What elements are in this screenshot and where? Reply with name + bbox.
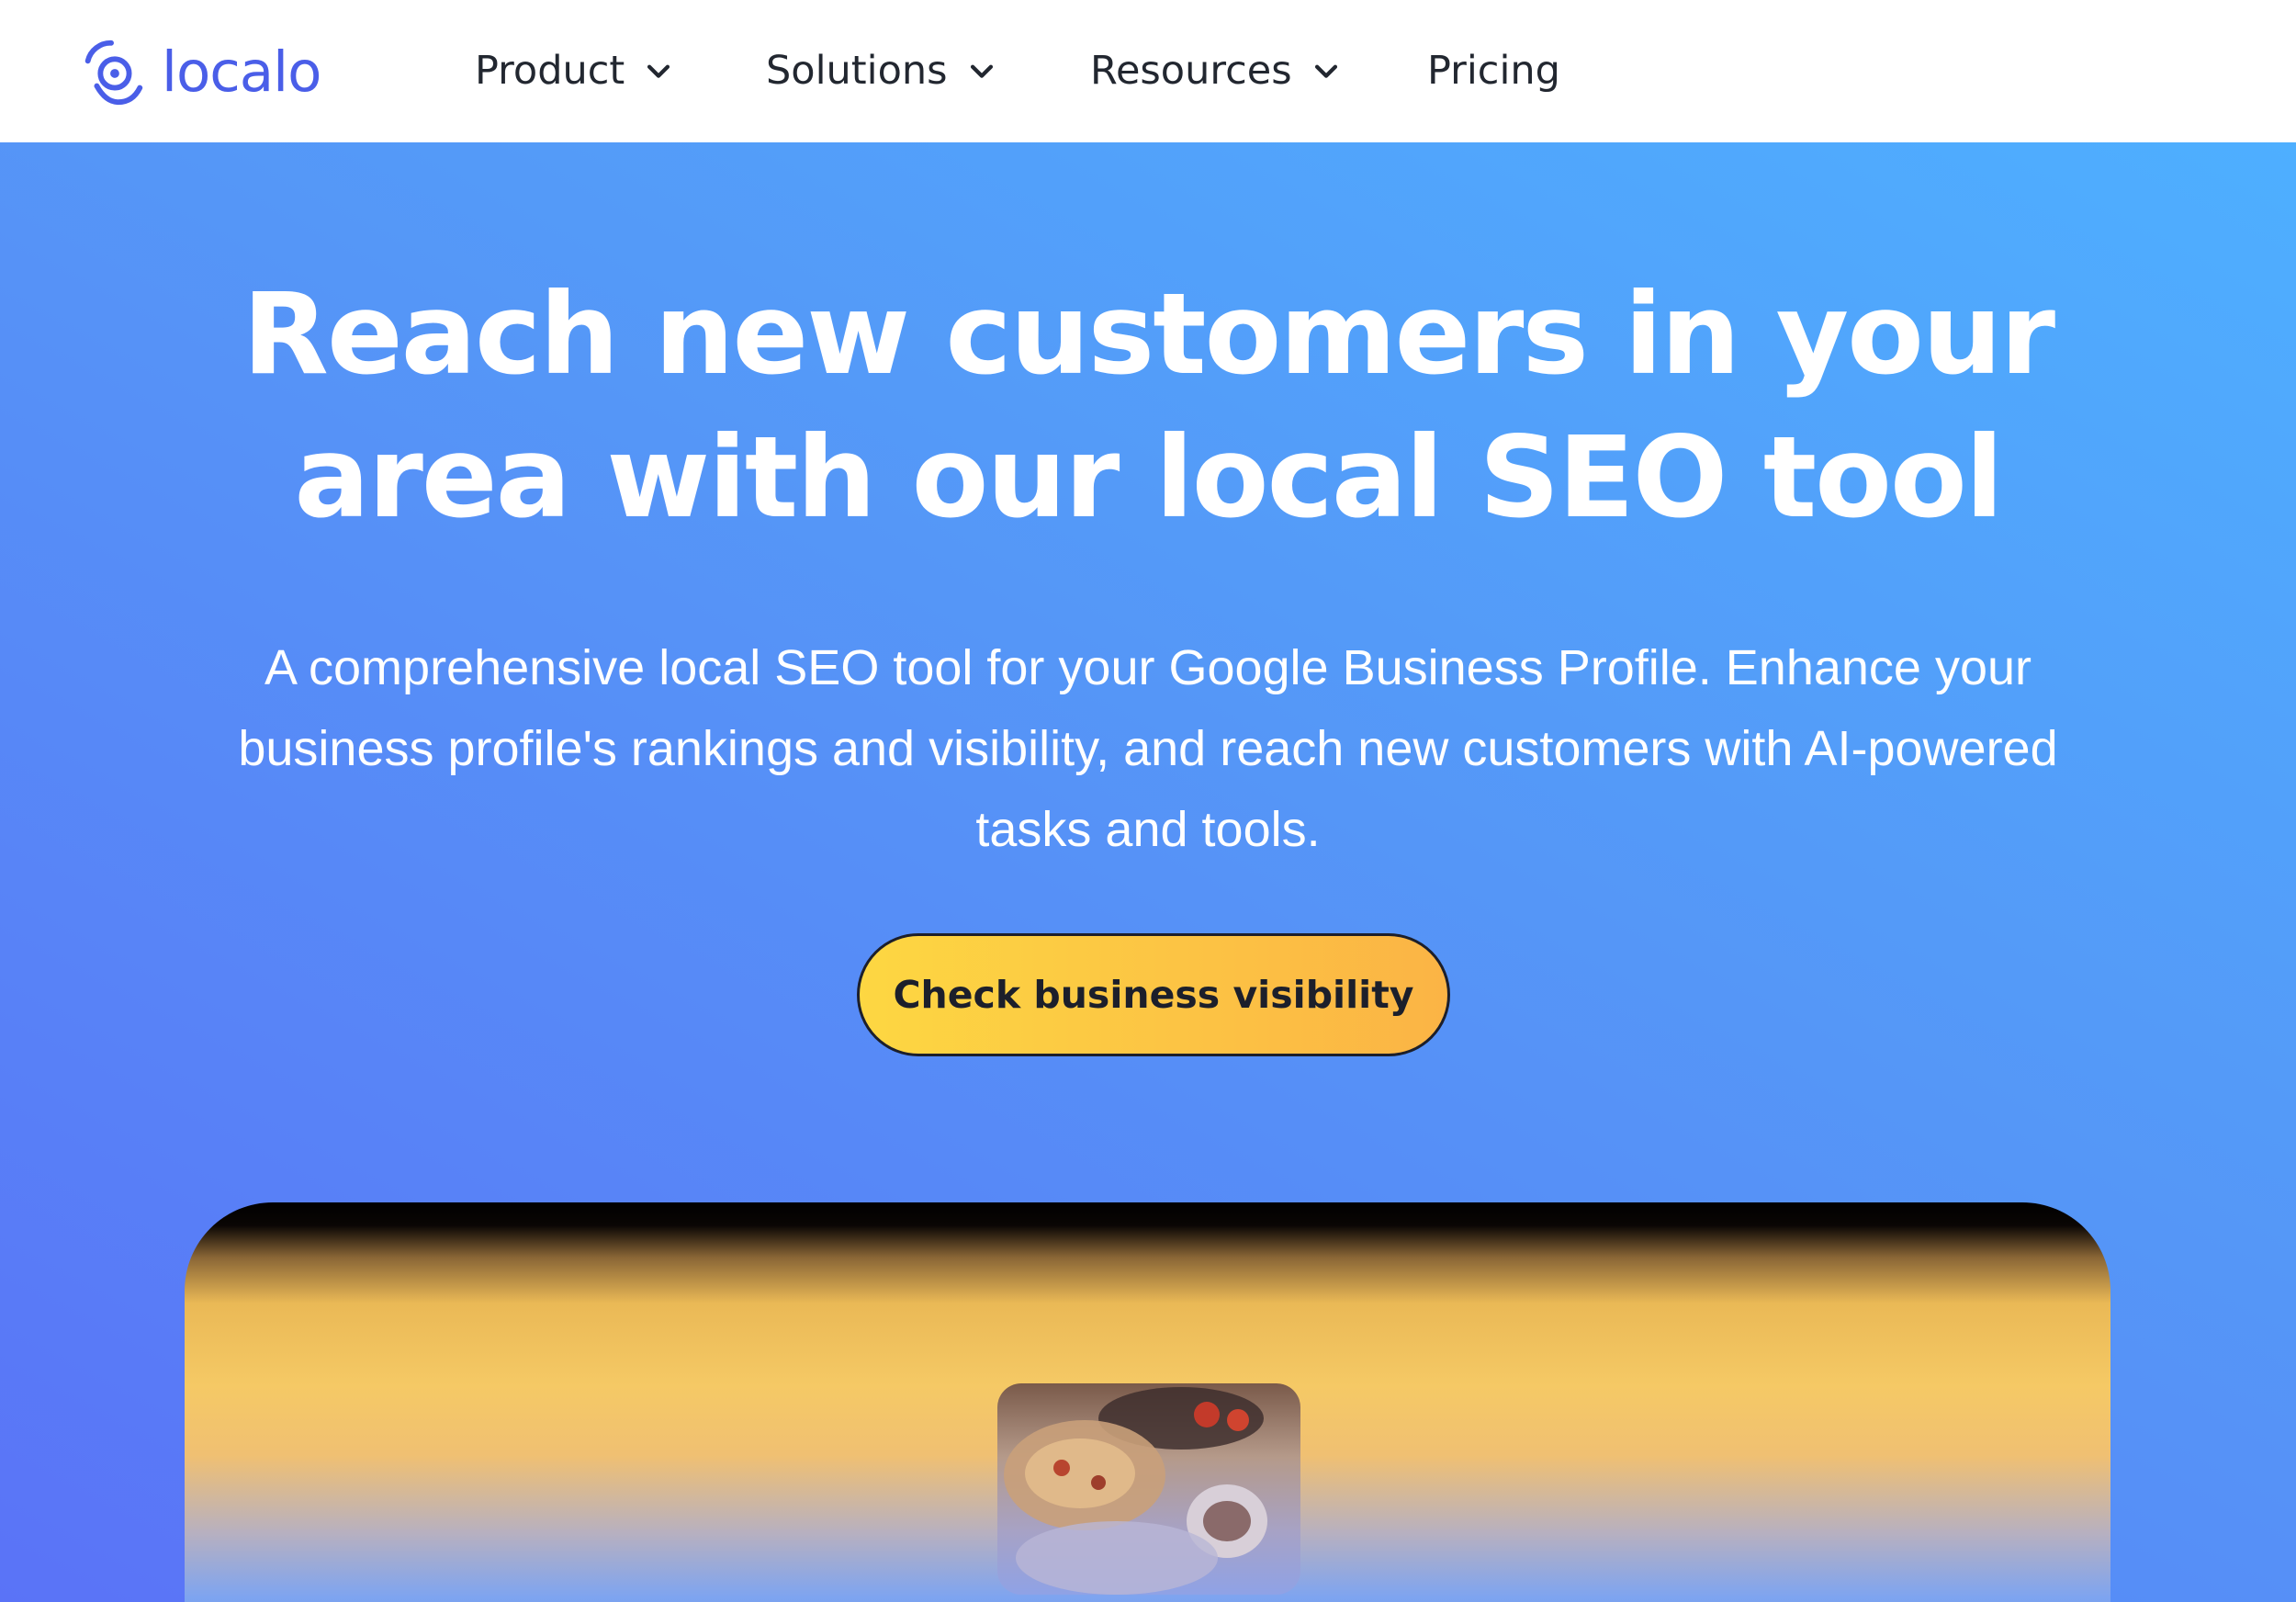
location-pin-signal-icon bbox=[84, 39, 143, 106]
product-preview-frame bbox=[185, 1202, 2110, 1602]
hero-subtitle: A comprehensive local SEO tool for your … bbox=[184, 627, 2112, 870]
check-visibility-button[interactable]: Check business visibility bbox=[857, 933, 1450, 1056]
nav-item-solutions[interactable]: Solutions bbox=[766, 43, 997, 98]
hero-title: Reach new customers in your area with ou… bbox=[0, 263, 2296, 549]
nav-item-resources[interactable]: Resources bbox=[1090, 43, 1342, 98]
chevron-down-icon bbox=[647, 64, 670, 78]
nav-label: Resources bbox=[1090, 48, 1292, 94]
brand-logo[interactable]: localo bbox=[75, 33, 321, 110]
top-navbar: localo Product Solutions Resources Prici… bbox=[0, 0, 2296, 142]
brand-name: localo bbox=[162, 39, 321, 105]
chevron-down-icon bbox=[970, 64, 993, 78]
nav-label: Product bbox=[475, 48, 625, 94]
nav-item-pricing[interactable]: Pricing bbox=[1427, 43, 1560, 98]
hero-subtitle-line-2: business profile's rankings and visibili… bbox=[238, 721, 2058, 776]
chevron-down-icon bbox=[1314, 64, 1337, 78]
hero-subtitle-line-3: tasks and tools. bbox=[975, 802, 1321, 857]
hero-section: Reach new customers in your area with ou… bbox=[0, 142, 2296, 1602]
hero-title-line-1: Reach new customers in your bbox=[242, 269, 2055, 400]
hero-subtitle-line-1: A comprehensive local SEO tool for your … bbox=[264, 640, 2032, 695]
nav-label: Solutions bbox=[766, 48, 948, 94]
nav-item-product[interactable]: Product bbox=[475, 43, 674, 98]
cta-label: Check business visibility bbox=[893, 973, 1414, 1017]
nav-label: Pricing bbox=[1427, 48, 1560, 94]
food-photo-thumbnail bbox=[997, 1383, 1300, 1595]
food-plate-image bbox=[1004, 1387, 1267, 1595]
hero-title-line-2: area with our local SEO tool bbox=[294, 412, 2003, 543]
